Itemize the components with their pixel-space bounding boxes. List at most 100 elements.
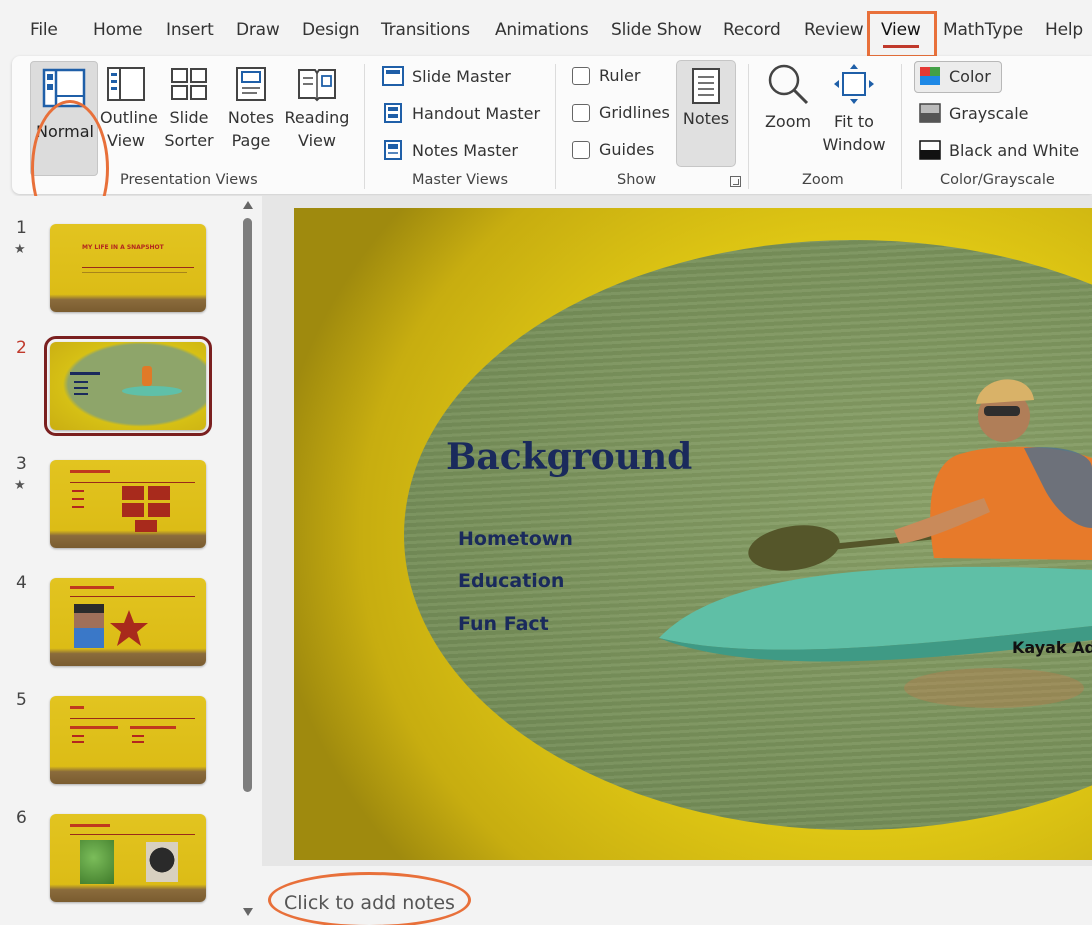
black-and-white-label: Black and White (949, 140, 1080, 160)
thumbnail-block (122, 486, 144, 500)
tab-design[interactable]: Design (302, 20, 360, 40)
reading-view-button[interactable]: Reading View (284, 66, 350, 152)
slide-master-label: Slide Master (412, 66, 511, 86)
ruler-checkbox[interactable]: Ruler (572, 66, 640, 85)
bullet-item[interactable]: Education (458, 570, 564, 592)
fit-to-window-button[interactable]: Fit to Window (820, 62, 888, 156)
outline-view-label-line2: View (107, 131, 145, 150)
slide-title[interactable]: Background (446, 436, 692, 478)
slide-number: 3 (16, 454, 27, 474)
thumbnail-block (135, 520, 157, 532)
guides-checkbox-box[interactable] (572, 140, 590, 159)
notes-master-label: Notes Master (412, 140, 518, 160)
tab-help[interactable]: Help (1045, 20, 1083, 40)
notes-highlight (268, 872, 471, 925)
slide-master-button[interactable]: Slide Master (382, 66, 511, 86)
slide-number: 4 (16, 573, 27, 593)
scroll-down-arrow-icon[interactable] (243, 908, 253, 916)
presentation-views-group-label: Presentation Views (120, 172, 258, 188)
color-swatch-icon (920, 67, 940, 85)
master-views-group-label: Master Views (412, 172, 509, 188)
tab-mathtype[interactable]: MathType (943, 20, 1023, 40)
tab-insert[interactable]: Insert (166, 20, 214, 40)
thumbnail-scrollbar[interactable] (243, 218, 252, 792)
notes-master-icon (384, 140, 402, 160)
thumbnail-title-mark (70, 824, 110, 827)
black-and-white-button[interactable]: Black and White (919, 140, 1079, 160)
animation-star-icon: ★ (14, 478, 26, 493)
color-button[interactable]: Color (919, 66, 991, 86)
notes-icon (692, 68, 720, 104)
slide-thumbnail-4[interactable] (50, 578, 206, 666)
show-group-label: Show (617, 172, 657, 188)
slide-thumbnail-3[interactable] (50, 460, 206, 548)
slide-editor[interactable]: Background Hometown Education Fun Fact K… (294, 208, 1092, 860)
gridlines-label: Gridlines (599, 103, 670, 122)
slide-sorter-button[interactable]: Slide Sorter (163, 66, 215, 152)
thumbnail-block (122, 503, 144, 517)
notes-page-button[interactable]: Notes Page (225, 66, 277, 152)
notes-pane[interactable]: Click to add notes (262, 866, 1092, 925)
handout-master-icon (384, 103, 402, 123)
show-dialog-launcher-icon[interactable] (730, 176, 741, 187)
tab-transitions[interactable]: Transitions (381, 20, 470, 40)
tab-slide-show[interactable]: Slide Show (611, 20, 702, 40)
outline-view-icon (107, 67, 145, 101)
gridlines-checkbox-box[interactable] (572, 103, 590, 122)
notes-page-icon (236, 67, 266, 101)
fit-to-window-icon (834, 64, 874, 104)
tab-record[interactable]: Record (723, 20, 781, 40)
thumbnail-rule (70, 596, 195, 597)
slide-thumbnail-1[interactable]: MY LIFE IN A SNAPSHOT (50, 224, 206, 312)
tab-draw[interactable]: Draw (236, 20, 280, 40)
outline-view-button[interactable]: Outline View (100, 66, 158, 152)
reading-view-label-line1: Reading (284, 108, 350, 127)
slide-number: 5 (16, 690, 27, 710)
thumbnail-photo-plant (80, 840, 114, 884)
thumbnail-bullet-mark (132, 741, 144, 743)
bullet-item[interactable]: Fun Fact (458, 613, 549, 635)
tab-review[interactable]: Review (804, 20, 864, 40)
grayscale-button[interactable]: Grayscale (919, 103, 1028, 123)
color-label: Color (949, 66, 991, 86)
zoom-button[interactable]: Zoom (758, 62, 818, 133)
slide-number: 2 (16, 338, 27, 358)
slide-thumbnail-6[interactable] (50, 814, 206, 902)
gridlines-checkbox[interactable]: Gridlines (572, 103, 670, 122)
fit-to-window-label-line1: Fit to (834, 112, 874, 131)
reading-view-label-line2: View (298, 131, 336, 150)
bullet-item[interactable]: Hometown (458, 528, 573, 550)
ruler-checkbox-box[interactable] (572, 66, 590, 85)
notes-toggle-button[interactable]: Notes (676, 60, 736, 167)
thumbnail-rule (70, 718, 195, 719)
thumbnail-bullet-mark (72, 490, 84, 492)
slide-thumbnail-5[interactable] (50, 696, 206, 784)
handout-master-label: Handout Master (412, 103, 541, 123)
thumbnail-photo-person (74, 604, 104, 648)
magnifier-icon (768, 64, 809, 105)
reading-view-icon (298, 69, 336, 102)
slide-thumbnail-2[interactable] (44, 336, 212, 436)
guides-checkbox[interactable]: Guides (572, 140, 654, 159)
thumbnail-bullet-mark (72, 506, 84, 508)
view-tab-highlight (867, 11, 937, 58)
tab-file[interactable]: File (30, 20, 58, 40)
scroll-up-arrow-icon[interactable] (243, 201, 253, 209)
tab-animations[interactable]: Animations (495, 20, 589, 40)
ribbon-tab-bar: File Home Insert Draw Design Transitions… (0, 0, 1092, 58)
thumbnail-block (148, 503, 170, 517)
notes-toggle-label: Notes (682, 109, 730, 128)
notes-master-button[interactable]: Notes Master (382, 140, 518, 160)
thumbnail-bullet-mark (74, 393, 88, 395)
thumbnail-bullet-mark (72, 498, 84, 500)
photo-caption[interactable]: Kayak Ad (1012, 638, 1092, 657)
group-divider (748, 64, 749, 189)
view-ribbon: Normal Outline View Slide Sorter Notes P… (12, 56, 1092, 237)
handout-master-button[interactable]: Handout Master (382, 103, 540, 123)
slide-sorter-label-line2: Sorter (164, 131, 214, 150)
slide-thumbnail-panel: 1 ★ MY LIFE IN A SNAPSHOT 2 3 ★ 4 5 6 (0, 196, 262, 925)
tab-home[interactable]: Home (93, 20, 143, 40)
thumbnail-bullet-mark (132, 735, 144, 737)
zoom-group-label: Zoom (802, 172, 844, 188)
thumbnail-bullet-mark (72, 741, 84, 743)
